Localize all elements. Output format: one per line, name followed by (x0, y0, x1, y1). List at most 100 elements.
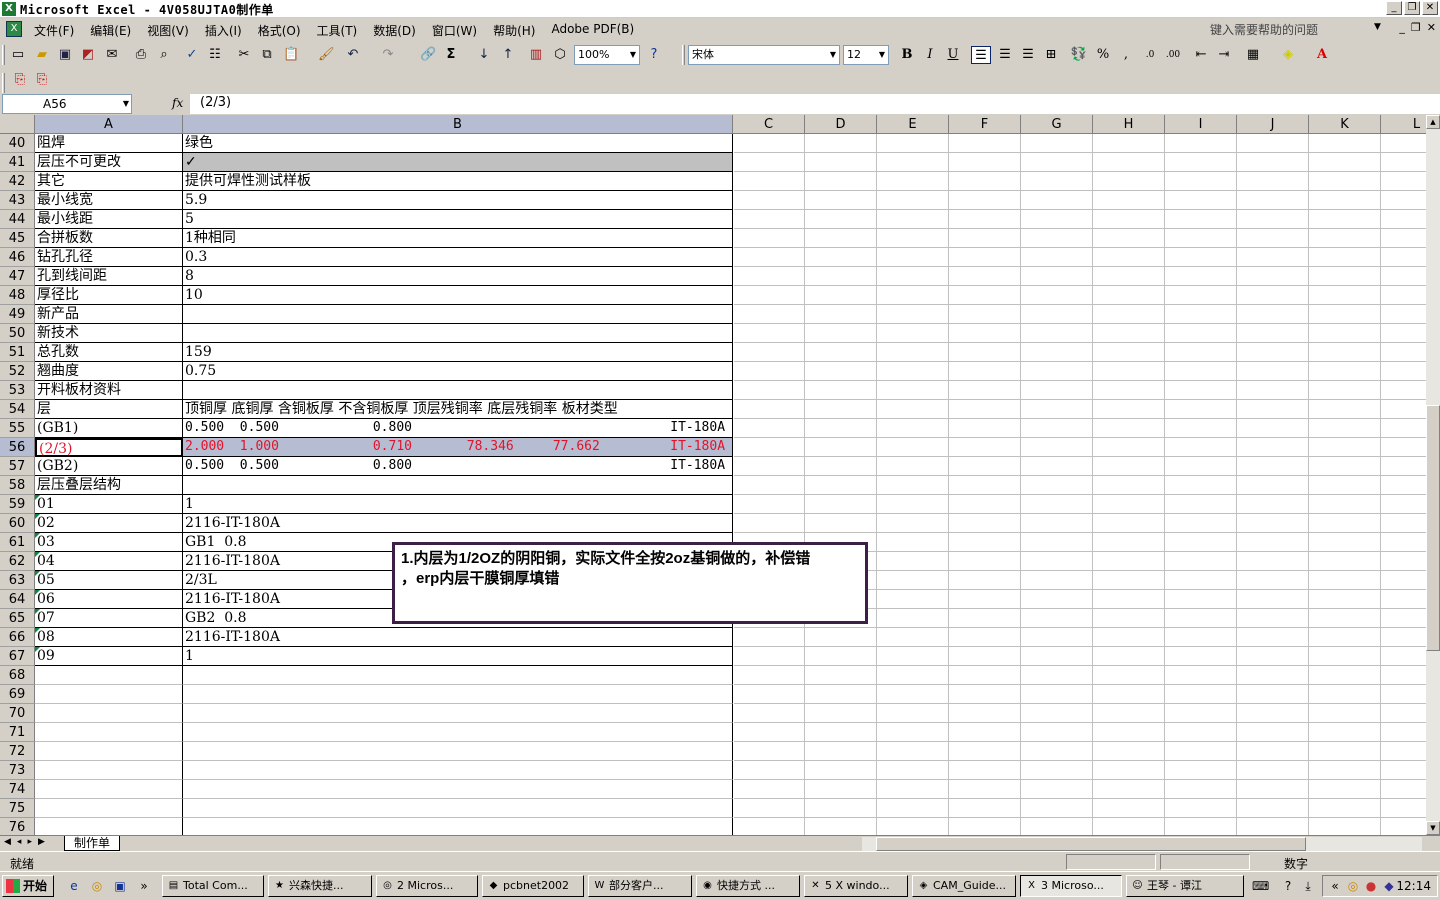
row-header[interactable]: 73 (0, 761, 35, 780)
menu-item[interactable]: 帮助(H) (493, 22, 535, 39)
borders-button[interactable]: ▦ (1243, 46, 1263, 64)
menu-item[interactable]: 视图(V) (147, 22, 189, 39)
cell-b67[interactable]: 1 (183, 647, 733, 666)
menu-item[interactable]: 工具(T) (317, 22, 358, 39)
error-indicator-icon[interactable] (35, 571, 40, 576)
taskbar-button[interactable]: X 3 Microso... (1020, 875, 1122, 897)
column-header-c[interactable]: C (733, 115, 805, 134)
row-header[interactable]: 72 (0, 742, 35, 761)
align-center-button[interactable]: ☰ (995, 46, 1015, 64)
workbook-restore-button[interactable]: ❐ (1411, 21, 1421, 34)
cell-b46[interactable]: 0.3 (183, 248, 733, 267)
ie-icon[interactable]: e (66, 878, 82, 894)
cell-b75[interactable] (183, 799, 733, 818)
help-icon[interactable]: ? (646, 47, 662, 63)
cell-a55[interactable]: (GB1) (35, 419, 183, 438)
cell-a50[interactable]: 新技术 (35, 324, 183, 343)
cell-a67[interactable]: 09 (35, 647, 183, 666)
row-header[interactable]: 70 (0, 704, 35, 723)
italic-button[interactable]: I (920, 46, 940, 64)
vertical-scrollbar[interactable]: ▲ ▼ (1426, 115, 1440, 835)
error-indicator-icon[interactable] (35, 647, 40, 652)
column-header-a[interactable]: A (35, 115, 183, 134)
cell-a57[interactable]: (GB2) (35, 457, 183, 476)
pdf-email-icon[interactable]: ⎘ (34, 72, 50, 88)
minimize-button[interactable]: _ (1386, 1, 1402, 15)
column-header-j[interactable]: J (1237, 115, 1309, 134)
print-preview-icon[interactable]: ⌕ (156, 47, 172, 63)
taskbar-button[interactable]: ✕ 5 X windo... (804, 875, 908, 897)
bold-button[interactable]: B (897, 46, 917, 64)
cell-b58[interactable] (183, 476, 733, 495)
error-indicator-icon[interactable] (35, 495, 40, 500)
row-header[interactable]: 67 (0, 647, 35, 666)
redo-icon[interactable]: ↷ (380, 47, 396, 63)
cell-a61[interactable]: 03 (35, 533, 183, 552)
cell-b68[interactable] (183, 666, 733, 685)
outlook-icon[interactable]: ◎ (89, 878, 105, 894)
row-header[interactable]: 53 (0, 381, 35, 400)
menu-item[interactable]: 编辑(E) (90, 22, 131, 39)
cell-a47[interactable]: 孔到线间距 (35, 267, 183, 286)
row-header[interactable]: 42 (0, 172, 35, 191)
menu-item[interactable]: Adobe PDF(B) (551, 22, 634, 39)
row-header[interactable]: 71 (0, 723, 35, 742)
select-all-corner[interactable] (0, 115, 35, 134)
drawing-icon[interactable]: ⬡ (552, 47, 568, 63)
horizontal-scroll-thumb[interactable] (876, 837, 1306, 851)
scroll-down-icon[interactable]: ▼ (1426, 821, 1440, 835)
cell-a48[interactable]: 厚径比 (35, 286, 183, 305)
column-header-h[interactable]: H (1093, 115, 1165, 134)
cell-a69[interactable] (35, 685, 183, 704)
menu-item[interactable]: 文件(F) (34, 22, 74, 39)
cell-b53[interactable] (183, 381, 733, 400)
row-header[interactable]: 61 (0, 533, 35, 552)
cell-a52[interactable]: 翘曲度 (35, 362, 183, 381)
decrease-decimal-button[interactable]: .00 (1163, 46, 1183, 64)
scroll-up-icon[interactable]: ▲ (1426, 115, 1440, 129)
cell-a62[interactable]: 04 (35, 552, 183, 571)
sort-descending-icon[interactable]: ↑ (500, 47, 516, 63)
cell-b60[interactable]: 2116-IT-180A (183, 514, 733, 533)
column-header-i[interactable]: I (1165, 115, 1237, 134)
row-header[interactable]: 66 (0, 628, 35, 647)
cell-b59[interactable]: 1 (183, 495, 733, 514)
worksheet-grid[interactable]: ABCDEFGHIJKL 40 阻焊 绿色 41 层压不可更改 ✓ 42 其它 提供可焊性测试样… (0, 115, 1426, 835)
insert-function-icon[interactable]: fx (172, 96, 183, 110)
column-header-l[interactable]: L (1381, 115, 1426, 134)
error-indicator-icon[interactable] (35, 609, 40, 614)
name-box[interactable]: A56 ▼ (2, 94, 132, 114)
cell-a73[interactable] (35, 761, 183, 780)
cell-b50[interactable] (183, 324, 733, 343)
cell-a75[interactable] (35, 799, 183, 818)
row-header[interactable]: 68 (0, 666, 35, 685)
font-color-button[interactable]: A (1312, 46, 1332, 64)
research-icon[interactable]: ☷ (207, 47, 223, 63)
cell-b55[interactable]: 0.500 0.500 0.800 IT-180A (183, 419, 733, 438)
error-indicator-icon[interactable] (35, 552, 40, 557)
row-header[interactable]: 44 (0, 210, 35, 229)
percent-button[interactable]: % (1093, 46, 1113, 64)
cell-a76[interactable] (35, 818, 183, 835)
cell-a60[interactable]: 02 (35, 514, 183, 533)
taskbar-button[interactable]: ◆ pcbnet2002 (482, 875, 584, 897)
workbook-icon[interactable]: X (6, 21, 22, 37)
cell-b54[interactable]: 顶铜厚 底铜厚 含铜板厚 不含铜板厚 顶层残铜率 底层残铜率 板材类型 (183, 400, 733, 419)
restore-button[interactable]: ❐ (1404, 1, 1420, 15)
cell-a40[interactable]: 阻焊 (35, 134, 183, 153)
menu-item[interactable]: 数据(D) (373, 22, 416, 39)
error-indicator-icon[interactable] (35, 533, 40, 538)
cell-b43[interactable]: 5.9 (183, 191, 733, 210)
workbook-close-button[interactable]: ✕ (1427, 21, 1436, 34)
cell-a74[interactable] (35, 780, 183, 799)
permission-icon[interactable]: ◩ (80, 47, 96, 63)
cell-a63[interactable]: 05 (35, 571, 183, 590)
increase-decimal-button[interactable]: .0 (1140, 46, 1160, 64)
row-header[interactable]: 60 (0, 514, 35, 533)
more-quicklaunch-icon[interactable]: » (136, 878, 152, 894)
cell-b52[interactable]: 0.75 (183, 362, 733, 381)
cell-a70[interactable] (35, 704, 183, 723)
cell-b45[interactable]: 1种相同 (183, 229, 733, 248)
cell-b40[interactable]: 绿色 (183, 134, 733, 153)
row-header[interactable]: 41 (0, 153, 35, 172)
